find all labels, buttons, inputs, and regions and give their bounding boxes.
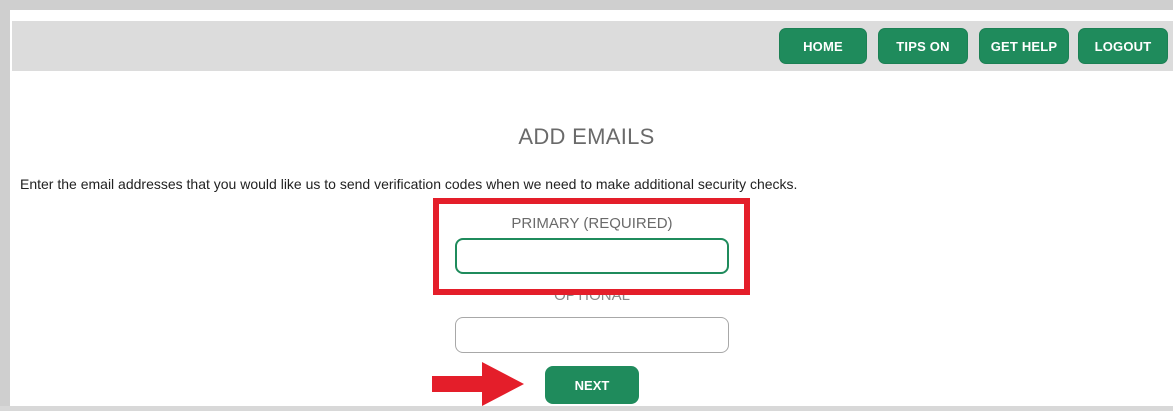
get-help-button[interactable]: GET HELP (979, 28, 1069, 64)
frame-border (0, 406, 1173, 411)
optional-email-label: OPTIONAL (554, 287, 630, 304)
primary-email-label: PRIMARY (REQUIRED) (511, 215, 673, 232)
tips-on-button[interactable]: TIPS ON (878, 28, 968, 64)
logout-button[interactable]: LOGOUT (1078, 28, 1168, 64)
arrow-right-icon (432, 362, 524, 406)
home-button[interactable]: HOME (779, 28, 867, 64)
instructions-text: Enter the email addresses that you would… (20, 176, 798, 192)
frame-border (0, 0, 10, 411)
page-title: ADD EMAILS (518, 124, 655, 149)
optional-email-input[interactable] (455, 317, 729, 353)
screenshot-frame: HOME TIPS ON GET HELP LOGOUT ADD EMAILS … (0, 0, 1173, 411)
frame-border (0, 0, 1173, 10)
next-button[interactable]: NEXT (545, 366, 639, 404)
primary-email-input[interactable] (455, 238, 729, 274)
